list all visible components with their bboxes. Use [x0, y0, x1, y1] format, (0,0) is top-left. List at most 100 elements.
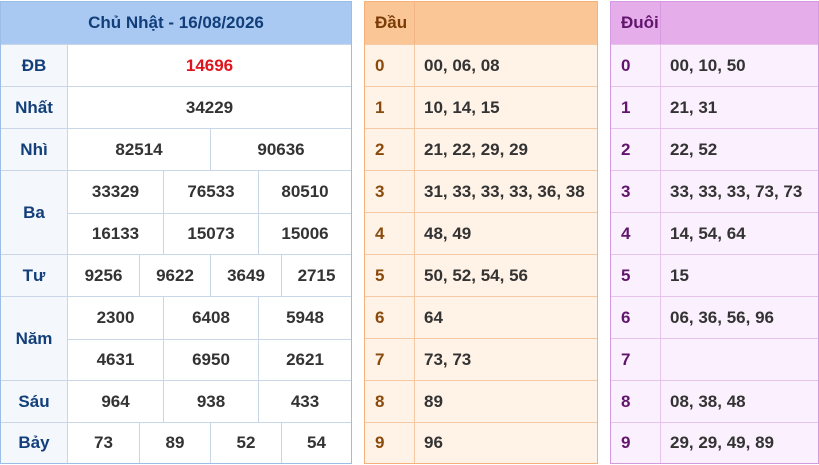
- duoi-digit: 6: [611, 297, 661, 338]
- results-table: Chủ Nhật - 16/08/2026 ĐB 14696 Nhất 3422…: [0, 1, 352, 464]
- dau-header: Đầu: [365, 2, 597, 44]
- prize-row-tu: Tư 9256 9622 3649 2715: [1, 254, 351, 296]
- duoi-values: 08, 38, 48: [670, 391, 746, 411]
- duoi-values: 14, 54, 64: [670, 223, 746, 243]
- prize-value: 73: [94, 433, 113, 452]
- prize-label: Năm: [1, 297, 68, 380]
- dau-row: 6 64: [365, 296, 597, 338]
- duoi-header-label: Đuôi: [611, 2, 661, 44]
- duoi-digit: 5: [611, 255, 661, 296]
- duoi-values: 21, 31: [670, 97, 718, 117]
- prize-value: 2621: [258, 339, 351, 380]
- prize-value: 89: [139, 423, 210, 463]
- duoi-values: 15: [670, 265, 689, 285]
- duoi-header: Đuôi: [611, 2, 818, 44]
- dau-values: 21, 22, 29, 29: [424, 139, 528, 159]
- duoi-row: 9 29, 29, 49, 89: [611, 422, 818, 463]
- prize-value: 4631: [68, 339, 163, 380]
- dau-digit: 2: [365, 129, 415, 170]
- dau-row: 2 21, 22, 29, 29: [365, 128, 597, 170]
- prize-value: 34229: [185, 97, 234, 117]
- duoi-row: 4 14, 54, 64: [611, 212, 818, 254]
- dau-digit: 4: [365, 213, 415, 254]
- prize-value: 2715: [281, 255, 351, 296]
- dau-values: 64: [424, 307, 443, 327]
- duoi-row: 3 33, 33, 33, 73, 73: [611, 170, 818, 212]
- prize-value: 6408: [163, 297, 258, 339]
- prize-value: 938: [163, 381, 258, 422]
- prize-row-nhi: Nhì 82514 90636: [1, 128, 351, 170]
- duoi-digit: 0: [611, 45, 661, 86]
- duoi-row: 8 08, 38, 48: [611, 380, 818, 422]
- dau-row: 3 31, 33, 33, 33, 36, 38: [365, 170, 597, 212]
- duoi-values: 00, 10, 50: [670, 55, 746, 75]
- duoi-row: 6 06, 36, 56, 96: [611, 296, 818, 338]
- dau-row: 7 73, 73: [365, 338, 597, 380]
- dau-row: 0 00, 06, 08: [365, 44, 597, 86]
- prize-row-bay: Bảy 73 89 52 54: [1, 422, 351, 463]
- prize-row-nam: Năm 2300 6408 5948 4631 6950 2621: [1, 296, 351, 380]
- dau-digit: 3: [365, 171, 415, 212]
- prize-value: 2300: [96, 308, 135, 327]
- prize-value: 16133: [68, 213, 163, 254]
- prize-value: 82514: [115, 139, 163, 159]
- prize-value: 33329: [91, 182, 140, 201]
- duoi-row: 5 15: [611, 254, 818, 296]
- prize-row-nhat: Nhất 34229: [1, 86, 351, 128]
- duoi-digit: 3: [611, 171, 661, 212]
- dau-row: 5 50, 52, 54, 56: [365, 254, 597, 296]
- dau-digit: 0: [365, 45, 415, 86]
- prize-label: Tư: [1, 255, 68, 296]
- dau-values: 00, 06, 08: [424, 55, 500, 75]
- dau-row: 4 48, 49: [365, 212, 597, 254]
- duoi-values: 06, 36, 56, 96: [670, 307, 774, 327]
- dau-values: 96: [424, 433, 443, 452]
- prize-label: Ba: [1, 171, 68, 254]
- duoi-digit: 9: [611, 423, 661, 463]
- prize-value: 52: [210, 423, 281, 463]
- duoi-digit: 2: [611, 129, 661, 170]
- duoi-digit: 4: [611, 213, 661, 254]
- dau-row: 8 89: [365, 380, 597, 422]
- prize-value: 54: [281, 423, 351, 463]
- results-title: Chủ Nhật - 16/08/2026: [1, 2, 351, 44]
- prize-value: 15073: [163, 213, 258, 254]
- prize-row-sau: Sáu 964 938 433: [1, 380, 351, 422]
- duoi-values: 22, 52: [670, 139, 718, 159]
- dau-digit: 1: [365, 87, 415, 128]
- dau-values: 50, 52, 54, 56: [424, 265, 528, 285]
- dau-values: 48, 49: [424, 223, 472, 243]
- duoi-values: 33, 33, 33, 73, 73: [670, 181, 803, 201]
- duoi-values: [661, 339, 818, 380]
- dau-values: 31, 33, 33, 33, 36, 38: [424, 181, 585, 201]
- prize-row-db: ĐB 14696: [1, 44, 351, 86]
- prize-value: 433: [258, 381, 351, 422]
- dau-digit: 9: [365, 423, 415, 463]
- duoi-values: 29, 29, 49, 89: [670, 433, 774, 452]
- prize-value: 9622: [139, 255, 210, 296]
- duoi-row: 2 22, 52: [611, 128, 818, 170]
- prize-label: ĐB: [1, 45, 68, 86]
- prize-value: 6950: [163, 339, 258, 380]
- prize-label: Bảy: [1, 423, 68, 463]
- prize-label: Nhì: [1, 129, 68, 170]
- dau-digit: 5: [365, 255, 415, 296]
- duoi-row: 7: [611, 338, 818, 380]
- prize-value: 14696: [185, 55, 234, 75]
- prize-value: 3649: [210, 255, 281, 296]
- dau-digit: 8: [365, 381, 415, 422]
- prize-value: 90636: [210, 129, 351, 170]
- prize-value: 964: [101, 391, 130, 411]
- prize-label: Sáu: [1, 381, 68, 422]
- dau-table: Đầu 0 00, 06, 08 1 10, 14, 15 2 21, 22, 29,…: [364, 1, 598, 464]
- duoi-digit: 1: [611, 87, 661, 128]
- duoi-digit: 7: [611, 339, 661, 380]
- prize-row-ba: Ba 33329 76533 80510 16133 15073 15006: [1, 170, 351, 254]
- duoi-table: Đuôi 0 00, 10, 50 1 21, 31 2 22, 52 3 33, 33…: [610, 1, 819, 464]
- dau-row: 1 10, 14, 15: [365, 86, 597, 128]
- duoi-row: 0 00, 10, 50: [611, 44, 818, 86]
- prize-value: 5948: [258, 297, 351, 339]
- dau-values: 89: [424, 391, 443, 411]
- dau-digit: 6: [365, 297, 415, 338]
- duoi-row: 1 21, 31: [611, 86, 818, 128]
